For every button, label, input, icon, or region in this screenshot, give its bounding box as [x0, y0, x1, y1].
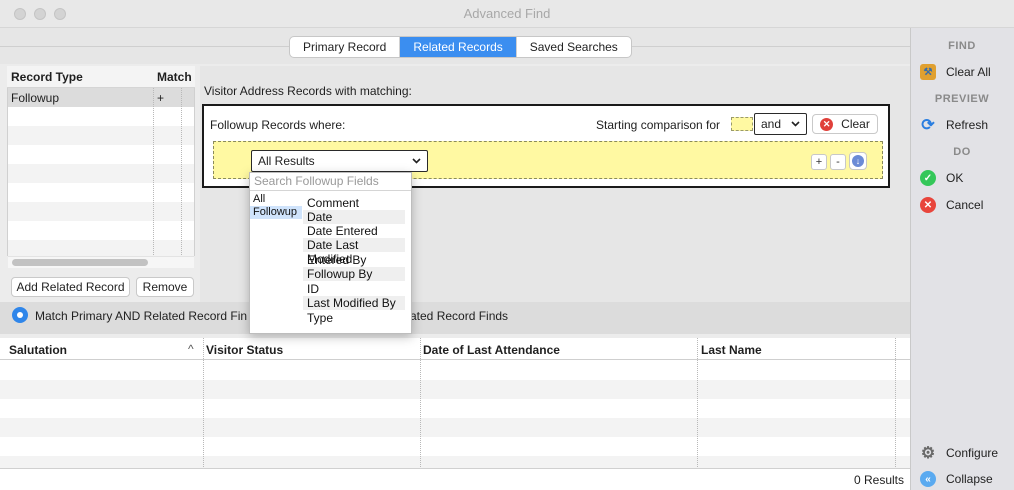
gear-icon: ⚙ [920, 445, 936, 462]
conjunction-select[interactable]: and [754, 113, 807, 135]
ok-label: OK [946, 171, 964, 185]
field-search-input[interactable]: Search Followup Fields [250, 173, 411, 191]
conjunction-value: and [761, 117, 782, 131]
tab-group: Primary Record Related Records Saved Sea… [289, 36, 632, 58]
sort-ascending-icon[interactable]: ^ [188, 342, 194, 356]
field-option[interactable]: Date Entered [303, 224, 405, 238]
add-criteria-button[interactable]: + [811, 154, 827, 170]
comparison-swatch [731, 117, 753, 131]
field-option[interactable]: Date Last Modified [303, 238, 405, 266]
clear-label: Clear [841, 117, 870, 131]
date-last-attendance-column-header[interactable]: Date of Last Attendance [423, 343, 560, 357]
clear-all-label: Clear All [946, 65, 991, 79]
record-type-cell: Followup [11, 91, 60, 105]
match-option-label-trailing[interactable]: ated Record Finds [410, 309, 508, 323]
record-type-column-header[interactable]: Record Type [11, 70, 83, 84]
clear-button[interactable]: ✕ Clear [812, 114, 878, 134]
table-row[interactable] [0, 418, 910, 437]
list-item [8, 126, 194, 145]
category-all[interactable]: All [250, 193, 302, 206]
broom-icon: ⚒ [920, 64, 936, 80]
results-count: 0 Results [853, 473, 904, 487]
do-heading: DO [953, 146, 971, 158]
tab-related-records[interactable]: Related Records [400, 37, 517, 57]
scrollbar-thumb[interactable] [12, 259, 148, 266]
field-option[interactable]: Type [303, 311, 405, 325]
column-divider [203, 338, 204, 468]
column-divider [420, 338, 421, 468]
remove-button[interactable]: Remove [136, 277, 194, 297]
cancel-button[interactable]: ✕ Cancel [920, 195, 983, 215]
match-radio[interactable] [12, 307, 28, 323]
remove-criteria-button[interactable]: - [830, 154, 846, 170]
field-select[interactable]: All Results [251, 150, 428, 172]
collapse-label: Collapse [946, 472, 993, 486]
field-option[interactable]: Date [303, 210, 405, 224]
configure-button[interactable]: ⚙ Configure [920, 443, 998, 463]
field-category-list: All Followup [250, 193, 302, 219]
list-item [8, 202, 194, 221]
refresh-button[interactable]: ⟳ Refresh [920, 115, 988, 135]
salutation-column-header[interactable]: Salutation [9, 343, 67, 357]
field-option[interactable]: Last Modified By [303, 296, 405, 310]
table-row[interactable] [0, 380, 910, 399]
tab-saved-searches[interactable]: Saved Searches [517, 37, 631, 57]
field-select-value: All Results [258, 154, 315, 168]
match-column-header[interactable]: Match [157, 70, 192, 84]
list-item [8, 221, 194, 240]
field-option[interactable]: ID [303, 282, 405, 296]
window-title: Advanced Find [463, 6, 551, 21]
cancel-label: Cancel [946, 198, 984, 212]
find-heading: FIND [948, 40, 976, 52]
configure-label: Configure [946, 446, 999, 460]
table-row[interactable] [0, 361, 910, 380]
info-button[interactable]: ↓ [849, 152, 867, 170]
checkmark-icon: ✓ [920, 170, 936, 186]
section-label: Visitor Address Records with matching: [204, 84, 412, 98]
tab-divider-left [0, 46, 289, 47]
list-item [8, 145, 194, 164]
tab-primary-record[interactable]: Primary Record [290, 37, 401, 57]
starting-comparison-label: Starting comparison for [596, 118, 721, 132]
column-divider [697, 338, 698, 468]
refresh-icon: ⟳ [921, 117, 935, 134]
collapse-icon: « [920, 471, 936, 487]
table-row[interactable] [0, 456, 910, 468]
column-divider [153, 88, 154, 256]
field-option[interactable]: Followup By [303, 267, 405, 281]
chevron-down-icon [412, 158, 421, 164]
column-divider [895, 338, 896, 468]
match-option-label[interactable]: Match Primary AND Related Record Fin [35, 309, 247, 323]
clear-all-button[interactable]: ⚒ Clear All [920, 62, 991, 82]
add-related-record-button[interactable]: Add Related Record [11, 277, 130, 297]
match-cell[interactable]: + [157, 91, 164, 105]
last-name-column-header[interactable]: Last Name [701, 343, 762, 357]
field-option[interactable]: Comment [303, 196, 405, 210]
column-divider [181, 88, 182, 256]
group-label: Followup Records where: [210, 118, 346, 132]
list-item [8, 183, 194, 202]
list-item [8, 164, 194, 183]
table-row[interactable] [0, 437, 910, 456]
chevron-down-icon [791, 121, 800, 127]
preview-heading: PREVIEW [934, 93, 990, 105]
list-item [8, 107, 194, 126]
clear-icon: ✕ [820, 117, 834, 131]
list-item [8, 240, 194, 256]
table-row[interactable] [0, 399, 910, 418]
status-bar [0, 468, 910, 490]
cancel-icon: ✕ [920, 197, 936, 213]
category-followup[interactable]: Followup [250, 206, 302, 219]
ok-button[interactable]: ✓ OK [920, 168, 963, 188]
refresh-label: Refresh [946, 118, 989, 132]
tab-divider-right [627, 46, 910, 47]
field-option[interactable]: Entered By [303, 253, 405, 267]
collapse-button[interactable]: « Collapse [920, 469, 993, 489]
visitor-status-column-header[interactable]: Visitor Status [206, 343, 283, 357]
info-icon: ↓ [852, 155, 864, 167]
